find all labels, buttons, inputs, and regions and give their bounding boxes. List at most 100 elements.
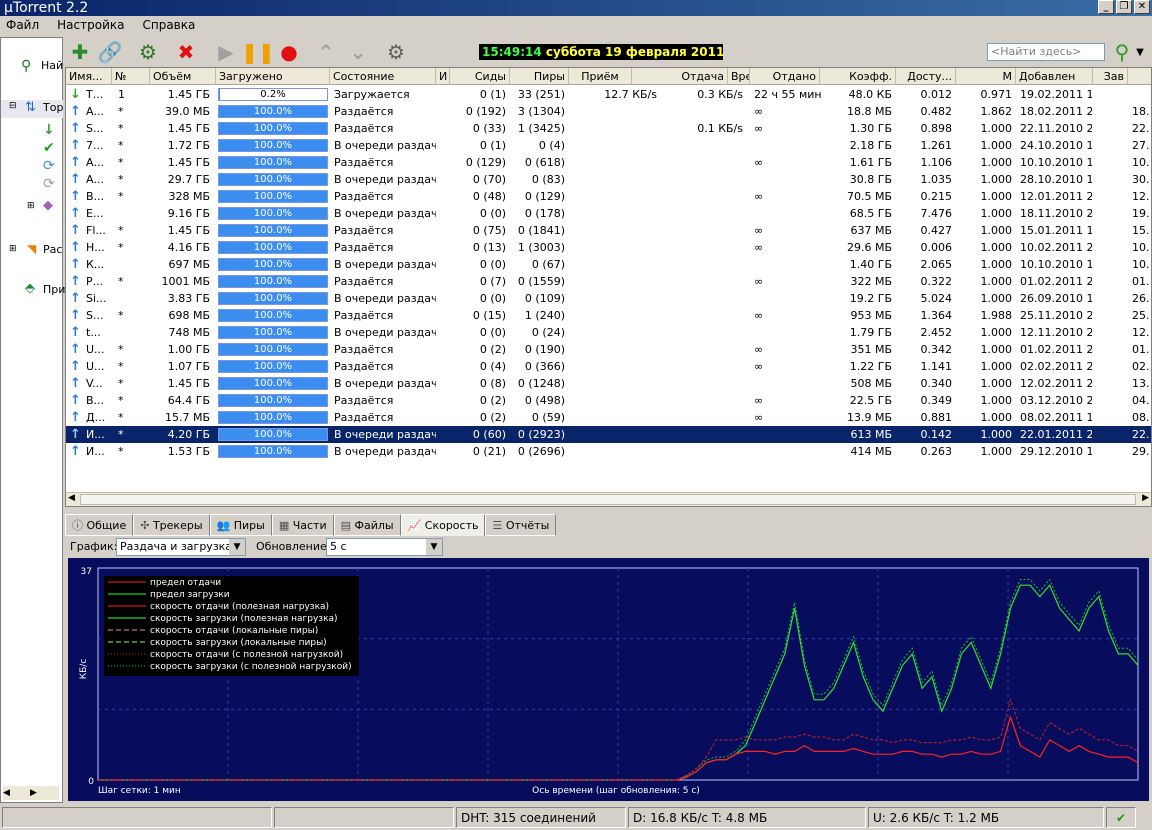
menu-help[interactable]: Справка xyxy=(142,16,195,35)
minimize-button[interactable]: _ xyxy=(1098,0,1114,14)
column-header[interactable]: Загружено xyxy=(216,68,330,85)
chevron-down-icon[interactable]: ▼ xyxy=(426,539,442,555)
close-button[interactable]: ✕ xyxy=(1134,0,1150,14)
progress-text: 100.0% xyxy=(253,191,293,202)
settings-icon[interactable]: ⚙ xyxy=(383,39,409,65)
dht-status[interactable]: DHT: 315 соединений xyxy=(456,807,626,828)
torrent-row[interactable]: ↑ К... 697 МБ 100.0% В очереди раздач 0 (0) 0 … xyxy=(66,256,1151,273)
column-header[interactable]: Коэфф. xyxy=(820,68,896,85)
graph-type-select[interactable]: Раздача и загрузка ▼ xyxy=(116,538,246,556)
column-header[interactable]: Объём xyxy=(150,68,216,85)
column-header[interactable]: Отдача xyxy=(632,68,728,85)
torrent-row[interactable]: ↑ А... * 39.0 МБ 100.0% Раздаётся 0 (192) 3 (13… xyxy=(66,103,1151,120)
torrent-row[interactable]: ↑ Д... * 15.7 МБ 100.0% Раздаётся 0 (2) 0 (59) ∞… xyxy=(66,409,1151,426)
tab-logger[interactable]: ☰ Отчёты xyxy=(485,514,557,536)
torrent-row[interactable]: ↑ И... * 1.53 ГБ 100.0% В очереди раздач 0 (21… xyxy=(66,443,1151,460)
menu-options[interactable]: Настройка xyxy=(57,16,124,35)
label-icon[interactable]: ◆ xyxy=(43,198,53,213)
uploaded-amount: 613 МБ xyxy=(850,428,892,441)
column-header[interactable]: № xyxy=(112,68,150,85)
torrents-category[interactable]: Тор xyxy=(43,101,63,114)
move-down-icon[interactable]: ⌄ xyxy=(345,39,371,65)
column-header[interactable]: Состояние xyxy=(330,68,436,85)
torrent-row[interactable]: ↑ U... * 1.07 ГБ 100.0% Раздаётся 0 (4) 0 (366)… xyxy=(66,358,1151,375)
list-hscroll[interactable]: ◀ ▶ xyxy=(66,492,1151,506)
progress-bar: 100.0% xyxy=(218,224,328,237)
create-torrent-icon[interactable]: ⚙ xyxy=(135,39,161,65)
torrent-row[interactable]: ↑ Fl... * 1.45 ГБ 100.0% Раздаётся 0 (75) 0 (18… xyxy=(66,222,1151,239)
pause-icon[interactable]: ❚❚ xyxy=(241,39,275,65)
torrent-row[interactable]: ↑ А... * 1.45 ГБ 100.0% Раздаётся 0 (129) 0 (61… xyxy=(66,154,1151,171)
torrent-row[interactable]: ↑ 7... * 1.72 ГБ 100.0% В очереди раздач 0 (1)… xyxy=(66,137,1151,154)
torrent-row[interactable]: ↑ t... 748 МБ 100.0% В очереди раздач 0 (0) 0 … xyxy=(66,324,1151,341)
x-axis-label: Ось времени (шаг обновления: 5 с) xyxy=(532,786,700,796)
column-header[interactable]: Пиры xyxy=(510,68,569,85)
torrent-row[interactable]: ↑ А... * 29.7 ГБ 100.0% В очереди раздач 0 (70… xyxy=(66,171,1151,188)
seeds-count: 0 (1) xyxy=(479,139,506,152)
inactive-icon[interactable]: ⟳ xyxy=(43,176,55,192)
torrent-row[interactable]: ↑ S... * 698 МБ 100.0% Раздаётся 0 (15) 1 (240)… xyxy=(66,307,1151,324)
torrent-row[interactable]: ↑ Р... * 1001 МБ 100.0% Раздаётся 0 (7) 0 (1559… xyxy=(66,273,1151,290)
tab-speed[interactable]: 📈 Скорость xyxy=(400,514,486,536)
torrent-row[interactable]: ↓ Т... 1 1.45 ГБ 0.2% Загружается 0 (1) 33 (251… xyxy=(66,86,1151,103)
update-interval-select[interactable]: 5 с ▼ xyxy=(326,538,443,556)
column-header[interactable]: Досту... xyxy=(896,68,956,85)
torrent-row[interactable]: ↑ Si... 3.83 ГБ 100.0% В очереди раздач 0 (0)… xyxy=(66,290,1151,307)
completed-icon[interactable]: ✔ xyxy=(43,140,55,156)
apps-category[interactable]: При xyxy=(43,283,65,296)
scroll-right-icon[interactable]: ▶ xyxy=(1142,493,1149,503)
torrent-row[interactable]: ↑ В... * 64.4 ГБ 100.0% Раздаётся 0 (2) 0 (498)… xyxy=(66,392,1151,409)
network-ok-icon[interactable]: ✔ xyxy=(1106,807,1136,828)
start-icon[interactable]: ▶ xyxy=(213,39,239,65)
column-header[interactable]: Сиды xyxy=(450,68,510,85)
expand-labels-icon[interactable]: ⊞ xyxy=(27,201,35,211)
download-speed xyxy=(569,222,659,239)
column-header[interactable]: М xyxy=(956,68,1016,85)
column-header[interactable]: Время xyxy=(728,68,750,85)
upload-status[interactable]: U: 2.6 КБ/с T: 1.2 МБ xyxy=(868,807,1104,828)
chevron-down-icon[interactable]: ▼ xyxy=(229,539,245,555)
torrent-name: Д... xyxy=(86,411,106,424)
tab-peers[interactable]: 👥 Пиры xyxy=(209,514,272,536)
remove-icon[interactable]: ✖ xyxy=(173,39,199,65)
torrent-row[interactable]: ↑ V... * 1.45 ГБ 100.0% В очереди раздач 0 (8)… xyxy=(66,375,1151,392)
column-header[interactable]: И xyxy=(436,68,450,85)
add-url-icon[interactable]: 🔗 xyxy=(97,39,123,65)
torrent-row[interactable]: ↑ В... * 328 МБ 100.0% Раздаётся 0 (48) 0 (129)… xyxy=(66,188,1151,205)
search-category[interactable]: Най xyxy=(41,59,63,72)
torrent-row[interactable]: ↑ Е... 9.16 ГБ 100.0% В очереди раздач 0 (0) 0… xyxy=(66,205,1151,222)
column-header[interactable]: Отдано xyxy=(750,68,820,85)
search-go-icon[interactable]: ⚲ xyxy=(1109,39,1135,65)
left-hscroll[interactable]: ◀ ▶ xyxy=(3,786,59,800)
expand-rss-icon[interactable]: ⊞ xyxy=(9,244,17,254)
torrent-row[interactable]: ↑ Н... * 4.16 ГБ 100.0% Раздаётся 0 (13) 1 (300… xyxy=(66,239,1151,256)
search-input[interactable]: <Найти здесь> xyxy=(987,43,1105,61)
add-torrent-icon[interactable]: ✚ xyxy=(67,39,93,65)
tab-files[interactable]: ▤ Файлы xyxy=(333,514,401,536)
active-icon[interactable]: ⟳ xyxy=(43,158,55,174)
search-dropdown-icon[interactable]: ▼ xyxy=(1133,39,1147,65)
torrent-row[interactable]: ↑ И... * 4.20 ГБ 100.0% В очереди раздач 0 (60… xyxy=(66,426,1151,443)
tab-info[interactable]: ⓘ Общие xyxy=(65,514,134,536)
column-header[interactable]: Зав xyxy=(1093,68,1128,85)
expand-icon[interactable]: ⊟ xyxy=(9,101,17,111)
rss-category[interactable]: Рас xyxy=(43,243,62,256)
tab-trackers[interactable]: ✣ Трекеры xyxy=(133,514,210,536)
download-status[interactable]: D: 16.8 КБ/с T: 4.8 МБ xyxy=(628,807,866,828)
torrent-row[interactable]: ↑ S... * 1.45 ГБ 100.0% Раздаётся 0 (33) 1 (342… xyxy=(66,120,1151,137)
search-icon[interactable]: ⚲ xyxy=(21,58,31,74)
stop-icon[interactable]: ● xyxy=(276,39,302,65)
availability: 1.000 xyxy=(980,122,1013,135)
menu-file[interactable]: Файл xyxy=(6,16,39,35)
scroll-thumb[interactable] xyxy=(80,494,1136,505)
upload-speed xyxy=(660,409,745,426)
column-header[interactable]: Добавлен xyxy=(1016,68,1093,85)
torrent-row[interactable]: ↑ U... * 1.00 ГБ 100.0% Раздаётся 0 (2) 0 (190)… xyxy=(66,341,1151,358)
tab-pieces[interactable]: ▦ Части xyxy=(271,514,334,536)
column-header[interactable]: Приём xyxy=(569,68,632,85)
maximize-button[interactable]: ❐ xyxy=(1116,0,1132,14)
move-up-icon[interactable]: ⌃ xyxy=(313,39,339,65)
column-header[interactable]: Имя... xyxy=(66,68,112,85)
scroll-left-icon[interactable]: ◀ xyxy=(68,493,75,503)
downloading-icon[interactable]: ↓ xyxy=(43,122,55,138)
